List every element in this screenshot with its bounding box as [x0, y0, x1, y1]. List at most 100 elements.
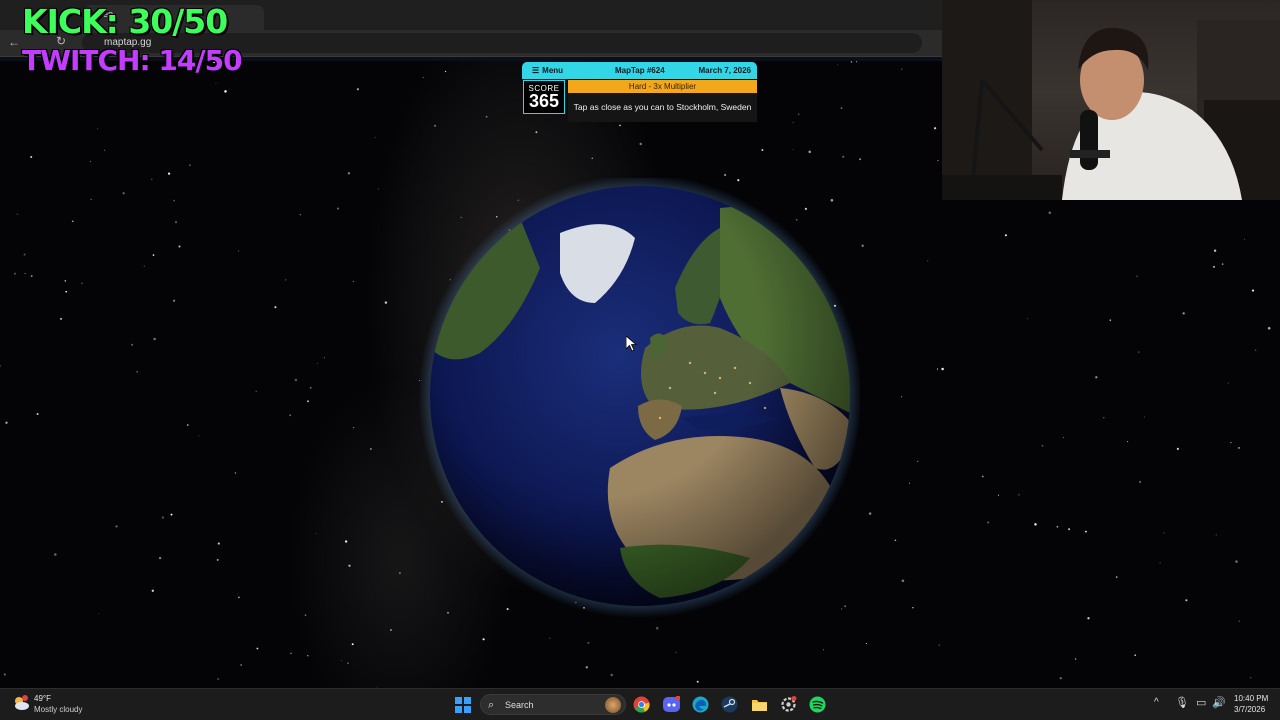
star: [894, 539, 897, 542]
star: [587, 641, 590, 644]
difficulty-badge: Hard - 3x Multiplier: [568, 80, 757, 93]
star: [1041, 444, 1044, 447]
star: [610, 673, 613, 677]
weather-temperature[interactable]: 49°F: [34, 694, 51, 703]
settings-icon[interactable]: [780, 696, 797, 713]
search-label: Search: [505, 700, 534, 710]
start-icon[interactable]: [455, 697, 471, 713]
star: [485, 115, 488, 118]
star: [98, 612, 100, 614]
star: [348, 564, 351, 567]
star: [384, 301, 388, 304]
star: [104, 149, 106, 151]
star: [143, 265, 145, 267]
star: [549, 637, 551, 639]
star: [1115, 576, 1118, 578]
star: [306, 400, 310, 403]
star: [482, 638, 485, 641]
star: [299, 213, 302, 216]
star: [216, 558, 219, 561]
star: [639, 142, 642, 146]
star: [1212, 265, 1216, 268]
taskbar: 49°F Mostly cloudy ⌕ Search ^ 🎙 ▭ 🔊 10:4…: [0, 688, 1280, 720]
star: [294, 378, 298, 382]
clock-date[interactable]: 3/7/2026: [1234, 705, 1265, 714]
kick-counter: KICK: 30/50: [22, 2, 228, 41]
game-date: March 7, 2026: [698, 66, 751, 75]
star: [591, 157, 594, 160]
screen: Geo ← ↻ maptap.gg KICK: 30/50 TWITCH: 14…: [0, 0, 1280, 720]
star: [1221, 263, 1224, 265]
star: [1235, 560, 1238, 563]
display-icon[interactable]: ▭: [1196, 696, 1206, 709]
volume-icon[interactable]: 🔊: [1212, 696, 1226, 709]
star: [1062, 436, 1064, 438]
spotify-icon[interactable]: [809, 696, 826, 713]
star: [344, 540, 348, 543]
star: [352, 280, 355, 283]
star: [655, 626, 659, 630]
menu-label: Menu: [542, 66, 564, 75]
star: [535, 131, 538, 134]
star: [315, 533, 317, 535]
steam-icon[interactable]: [721, 696, 738, 713]
star: [351, 643, 354, 646]
star: [170, 513, 173, 516]
star: [81, 282, 83, 285]
weather-description[interactable]: Mostly cloudy: [34, 705, 82, 714]
star: [256, 647, 259, 650]
star: [1103, 417, 1105, 419]
star: [444, 70, 447, 73]
star: [1250, 677, 1252, 679]
star: [64, 280, 67, 282]
star: [167, 172, 171, 175]
globe[interactable]: [420, 178, 860, 618]
star: [65, 290, 68, 293]
microphone-icon[interactable]: 🎙: [1175, 696, 1189, 709]
star: [274, 306, 277, 309]
star: [1018, 494, 1020, 496]
star: [90, 198, 92, 200]
clock-time[interactable]: 10:40 PM: [1234, 694, 1268, 703]
taskbar-search[interactable]: ⌕ Search: [480, 694, 626, 715]
star: [1159, 562, 1161, 564]
star: [198, 435, 200, 437]
star: [36, 412, 39, 416]
star: [934, 127, 937, 130]
star: [59, 317, 63, 320]
file-explorer-icon[interactable]: [751, 696, 768, 713]
edge-icon[interactable]: [692, 696, 709, 713]
star: [290, 652, 292, 655]
star: [54, 553, 57, 556]
star: [1238, 620, 1240, 622]
star: [941, 367, 944, 371]
star: [234, 472, 237, 474]
menu-button[interactable]: ☰ Menu: [532, 66, 563, 75]
star: [115, 525, 118, 528]
star: [24, 272, 26, 275]
star: [422, 76, 424, 78]
star: [1267, 326, 1271, 330]
star: [927, 260, 929, 262]
star: [158, 556, 162, 560]
star: [399, 572, 401, 574]
star: [347, 172, 351, 175]
search-highlight-icon: [605, 697, 621, 713]
star: [340, 660, 342, 662]
back-arrow-icon[interactable]: ←: [8, 35, 20, 49]
chrome-icon[interactable]: [633, 696, 650, 713]
star: [987, 521, 990, 524]
star: [1215, 534, 1217, 536]
game-header: ☰ Menu MapTap #624 March 7, 2026: [522, 62, 757, 79]
star: [356, 88, 359, 91]
twitch-counter: TWITCH: 14/50: [22, 44, 243, 77]
star: [792, 121, 794, 123]
star: [1084, 530, 1087, 533]
star: [189, 164, 191, 166]
score-box: SCORE 365: [523, 80, 565, 114]
star: [1244, 238, 1246, 240]
tray-chevron-icon[interactable]: ^: [1154, 697, 1159, 708]
star: [131, 343, 134, 346]
discord-icon[interactable]: [663, 696, 680, 713]
star: [909, 482, 910, 484]
